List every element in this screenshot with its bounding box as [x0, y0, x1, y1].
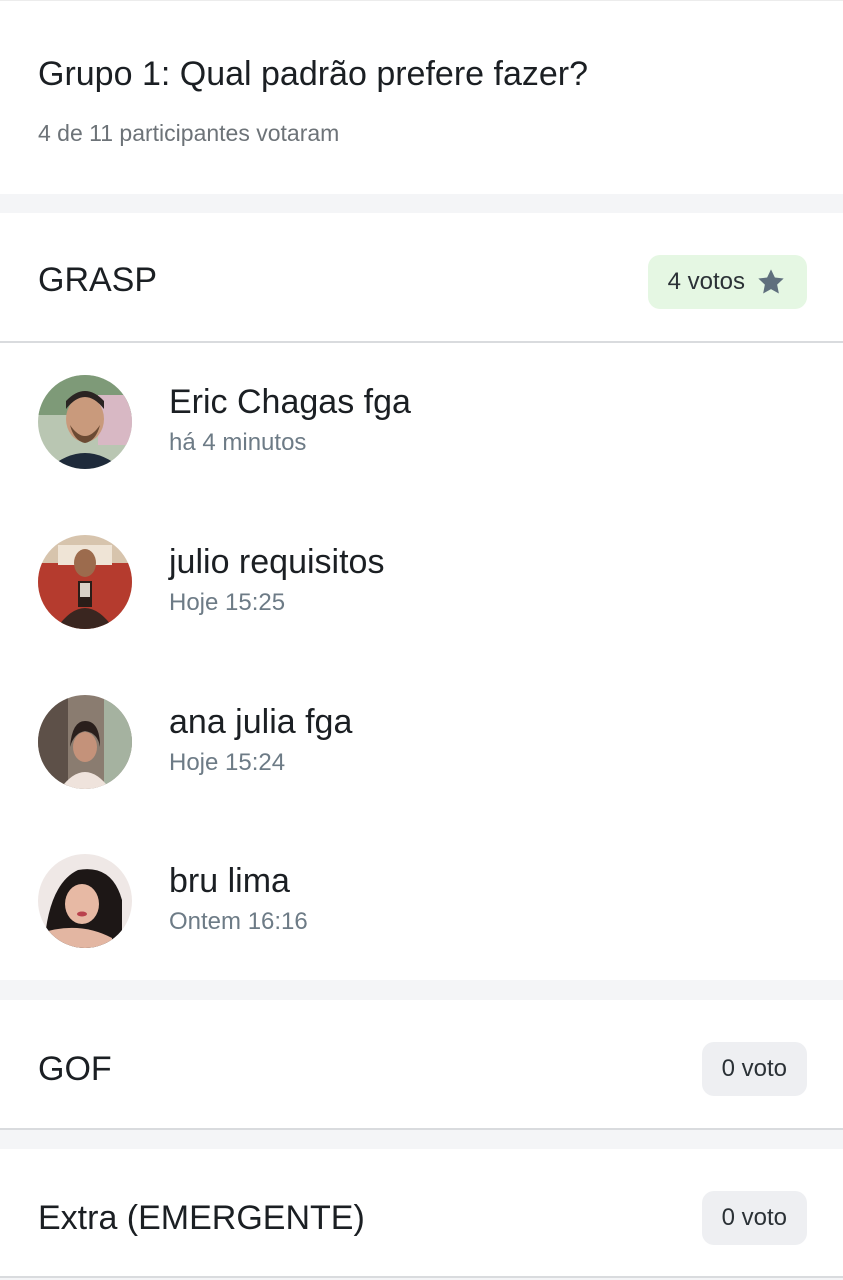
divider — [0, 1276, 843, 1278]
option-name: GRASP — [38, 261, 158, 299]
voter-name: bru lima — [169, 862, 290, 900]
poll-option-grasp: GRASP 4 votos Eric Chagas fga há 4 minut… — [0, 213, 843, 980]
poll-participation-count: 4 de 11 participantes votaram — [38, 120, 340, 146]
avatar[interactable] — [38, 535, 132, 629]
voter-name: ana julia fga — [169, 703, 353, 741]
vote-count-label: 0 voto — [721, 1204, 787, 1231]
vote-count-badge[interactable]: 0 voto — [701, 1042, 807, 1096]
poll-title: Grupo 1: Qual padrão prefere fazer? — [38, 55, 588, 93]
avatar[interactable] — [38, 375, 132, 469]
divider — [0, 341, 843, 343]
vote-time: há 4 minutos — [169, 429, 307, 456]
vote-time: Hoje 15:25 — [169, 589, 286, 616]
vote-count-badge[interactable]: 0 voto — [701, 1191, 807, 1245]
voter-row[interactable]: ana julia fga Hoje 15:24 — [0, 695, 843, 855]
star-icon — [755, 266, 787, 298]
vote-count-label: 4 votos — [667, 268, 745, 295]
poll-header: Grupo 1: Qual padrão prefere fazer? 4 de… — [0, 0, 843, 194]
voter-name: Eric Chagas fga — [169, 383, 411, 421]
voter-row[interactable]: bru lima Ontem 16:16 — [0, 854, 843, 1014]
poll-option-extra-emergente[interactable]: Extra (EMERGENTE) 0 voto — [0, 1149, 843, 1278]
option-header[interactable]: GRASP 4 votos — [0, 213, 843, 341]
voter-row[interactable]: Eric Chagas fga há 4 minutos — [0, 375, 843, 535]
vote-time: Hoje 15:24 — [169, 749, 286, 776]
poll-option-gof[interactable]: GOF 0 voto — [0, 1000, 843, 1130]
option-name: Extra (EMERGENTE) — [38, 1199, 365, 1237]
vote-count-label: 0 voto — [721, 1055, 787, 1082]
option-name: GOF — [38, 1050, 112, 1088]
avatar[interactable] — [38, 854, 132, 948]
voter-row[interactable]: julio requisitos Hoje 15:25 — [0, 535, 843, 695]
vote-time: Ontem 16:16 — [169, 908, 308, 935]
divider — [0, 1128, 843, 1130]
avatar[interactable] — [38, 695, 132, 789]
voter-name: julio requisitos — [169, 543, 385, 581]
vote-count-badge[interactable]: 4 votos — [647, 255, 807, 309]
